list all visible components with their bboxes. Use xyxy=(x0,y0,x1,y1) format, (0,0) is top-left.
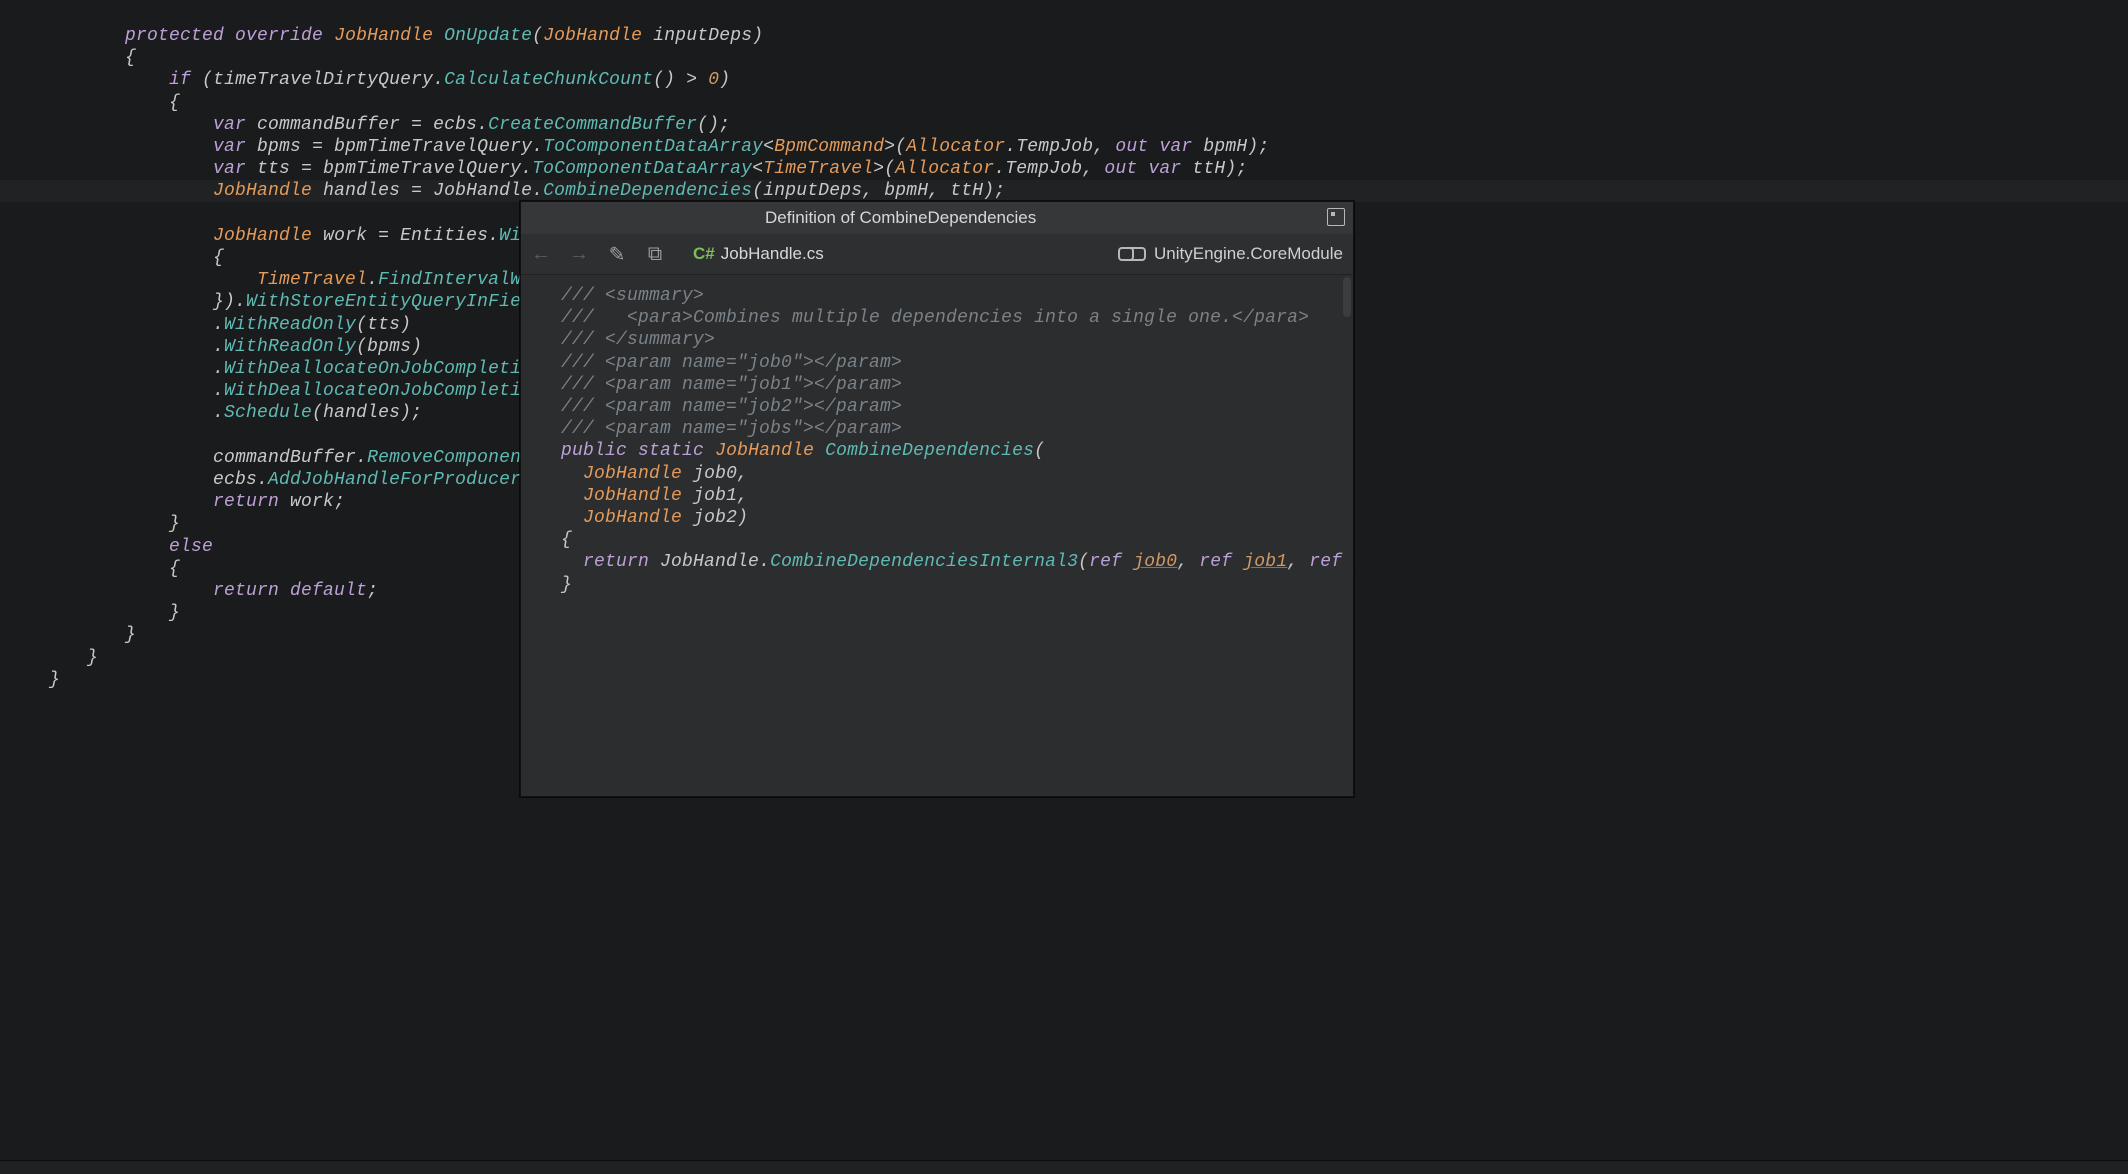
m-withstorequery: WithStoreEntityQueryInField xyxy=(246,292,543,312)
method-onupdate: OnUpdate xyxy=(444,26,532,46)
peek-module[interactable]: UnityEngine.CoreModule xyxy=(1124,244,1343,264)
m-combinedeps-def: CombineDependencies xyxy=(825,441,1034,461)
id-tth: ttH xyxy=(1192,159,1225,179)
peek-body[interactable]: /// <summary> /// <para>Combines multipl… xyxy=(521,275,1353,797)
peek-definition-panel[interactable]: Definition of CombineDependencies ← → ✎ … xyxy=(520,201,1354,797)
m-combine-internal: CombineDependenciesInternal3 xyxy=(770,552,1078,572)
link-icon xyxy=(1124,247,1146,261)
back-icon[interactable]: ← xyxy=(531,243,551,266)
type-allocator: Allocator xyxy=(906,137,1005,157)
ref-job1[interactable]: job1 xyxy=(1243,552,1287,572)
ref-job0[interactable]: job0 xyxy=(1133,552,1177,572)
m-combinedeps[interactable]: CombineDependencies xyxy=(543,181,752,201)
kw-if: if xyxy=(169,70,191,90)
m-createcmdbuffer: CreateCommandBuffer xyxy=(488,115,697,135)
type-timetravel: TimeTravel xyxy=(763,159,873,179)
m-tocomparray: ToComponentDataArray xyxy=(543,137,763,157)
argtype: JobHandle xyxy=(543,26,642,46)
id-ttdirtyquery: timeTravelDirtyQuery xyxy=(213,70,433,90)
status-bar[interactable] xyxy=(0,1160,2128,1174)
enum-tempjob: TempJob xyxy=(1016,137,1093,157)
peek-title-text: Definition of CombineDependencies xyxy=(765,208,1036,228)
m-withreadonly: WithReadOnly xyxy=(224,315,356,335)
m-addjobhandle: AddJobHandleForProducer xyxy=(268,470,521,490)
kw-else: else xyxy=(169,537,213,557)
param-job1: job1 xyxy=(693,486,737,506)
id-bpms: bpms xyxy=(257,137,301,157)
kw-default: default xyxy=(290,581,367,601)
peek-module-name: UnityEngine.CoreModule xyxy=(1154,244,1343,264)
peek-title-bar[interactable]: Definition of CombineDependencies xyxy=(521,202,1353,234)
kw-override: override xyxy=(235,26,323,46)
kw-public: public xyxy=(561,441,627,461)
peek-toolbar: ← → ✎ ⧉ C# JobHandle.cs UnityEngine.Core… xyxy=(521,234,1353,275)
kw-return: return xyxy=(213,492,279,512)
kw-out: out xyxy=(1115,137,1148,157)
id-tts: tts xyxy=(257,159,290,179)
m-withdealloc: WithDeallocateOnJobCompletion xyxy=(224,359,543,379)
m-removecomponent: RemoveComponent xyxy=(367,448,532,468)
type-jobhandle: JobHandle xyxy=(334,26,433,46)
literal-zero: 0 xyxy=(708,70,719,90)
id-commandbuffer: commandBuffer xyxy=(257,115,400,135)
arg-inputdeps: inputDeps xyxy=(653,26,752,46)
peek-file-label[interactable]: C# JobHandle.cs xyxy=(693,244,824,264)
id-ecbs: ecbs xyxy=(433,115,477,135)
kw-protected: protected xyxy=(125,26,224,46)
id-work: work xyxy=(323,226,367,246)
xmldoc: /// <summary> xyxy=(561,286,704,306)
kw-ref: ref xyxy=(1089,552,1122,572)
param-job2: job2 xyxy=(693,508,737,528)
m-schedule: Schedule xyxy=(224,403,312,423)
kw-static: static xyxy=(638,441,704,461)
forward-icon[interactable]: → xyxy=(569,243,589,266)
csharp-icon: C# xyxy=(693,244,715,264)
edit-icon[interactable]: ✎ xyxy=(607,242,627,267)
pin-icon[interactable] xyxy=(1327,208,1345,226)
param-job0: job0 xyxy=(693,464,737,484)
id-bpmh: bpmH xyxy=(1203,137,1247,157)
type-bpmcommand: BpmCommand xyxy=(774,137,884,157)
promote-icon[interactable]: ⧉ xyxy=(645,243,665,266)
id-handles: handles xyxy=(323,181,400,201)
kw-var: var xyxy=(213,115,246,135)
editor-area: protected override JobHandle OnUpdate(Jo… xyxy=(0,0,2128,1174)
peek-code[interactable]: /// <summary> /// <para>Combines multipl… xyxy=(521,285,1353,596)
peek-filename: JobHandle.cs xyxy=(721,244,824,264)
m-calcchunkcount: CalculateChunkCount xyxy=(444,70,653,90)
